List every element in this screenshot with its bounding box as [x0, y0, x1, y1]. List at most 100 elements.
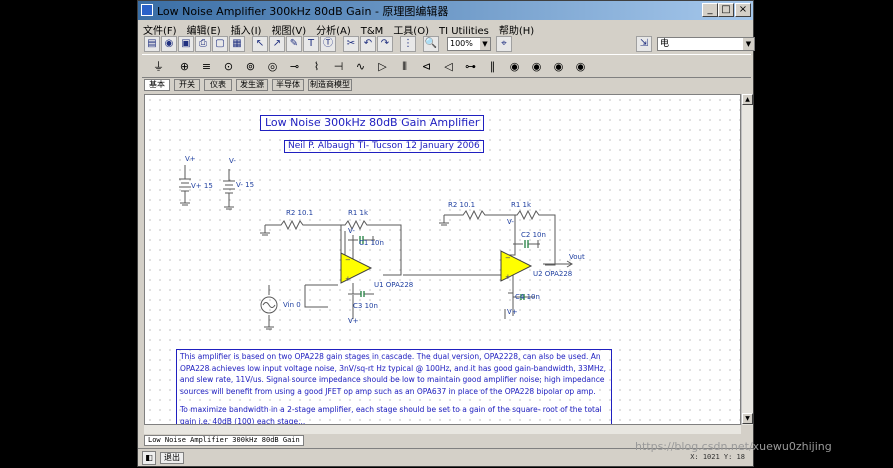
- tab-meters[interactable]: 仪表: [204, 79, 232, 91]
- component-toolbar: ⏚ ⊕ ≡ ⊙ ⊚ ◎ ⊸ ⌇ ⊣ ∿ ▷ ⫴ ⊲ ◁ ⊶ ∥ ◉ ◉ ◉ ◉: [142, 54, 751, 78]
- label-c4: C4 10n: [515, 293, 540, 301]
- title-bar[interactable]: Low Noise Amplifier 300kHz 80dB Gain - 原…: [138, 1, 753, 20]
- redo-icon[interactable]: ↷: [377, 36, 393, 52]
- label-vminus-2: V-: [507, 218, 514, 226]
- transformer-icon[interactable]: ⫴: [396, 58, 413, 75]
- ground-icon[interactable]: ⏚: [150, 58, 167, 75]
- transistor-icon[interactable]: ⊲: [418, 58, 435, 75]
- horizontal-scrollbar[interactable]: [144, 425, 741, 434]
- svg-text:+: +: [345, 275, 351, 283]
- label-r1b: R1 1k: [511, 201, 532, 209]
- label-vplus-top: V+: [185, 155, 196, 163]
- folder-icon[interactable]: ▢: [212, 36, 228, 52]
- tab-basic[interactable]: 基本: [144, 79, 170, 91]
- description-paragraph-2: To maximize bandwidth in a 2-stage ampli…: [180, 405, 602, 425]
- scroll-down-icon[interactable]: ▼: [742, 413, 753, 424]
- frame-text-icon[interactable]: Ⓣ: [320, 36, 336, 52]
- undo-icon[interactable]: ↶: [360, 36, 376, 52]
- exit-button[interactable]: 退出: [160, 452, 184, 464]
- text-icon[interactable]: T: [303, 36, 319, 52]
- zoom-select[interactable]: 100% ▼: [447, 37, 491, 51]
- label-vminus-1: V-: [348, 227, 355, 235]
- component-combo[interactable]: 电 ▼: [657, 37, 755, 51]
- open-icon[interactable]: ▤: [144, 36, 160, 52]
- generator-icon[interactable]: ⊙: [220, 58, 237, 75]
- scroll-up-icon[interactable]: ▲: [742, 94, 753, 105]
- minimize-button[interactable]: _: [702, 3, 718, 17]
- svg-text:+: +: [505, 273, 511, 281]
- chevron-down-icon: ▼: [743, 38, 754, 50]
- menu-bar: 文件(F) 编辑(E) 插入(I) 视图(V) 分析(A) T&M 工具(O) TI Util…: [138, 20, 753, 37]
- current-source-icon[interactable]: ⊚: [242, 58, 259, 75]
- zoom-value: 100%: [450, 39, 473, 48]
- vertical-scrollbar[interactable]: ▲ ▼: [741, 94, 753, 425]
- grid-icon[interactable]: ⋮: [400, 36, 416, 52]
- pointer-icon[interactable]: ↗: [269, 36, 285, 52]
- menu-tools[interactable]: 工具(O): [388, 20, 434, 37]
- svg-text:−: −: [505, 254, 511, 262]
- cut-icon[interactable]: ✂: [343, 36, 359, 52]
- menu-analysis[interactable]: 分析(A): [311, 20, 356, 37]
- label-u1: U1 OPA228: [374, 281, 413, 289]
- resistor-icon[interactable]: ⌇: [308, 58, 325, 75]
- wire-icon[interactable]: ⊶: [462, 58, 479, 75]
- opamp-icon[interactable]: ◁: [440, 58, 457, 75]
- pen-icon[interactable]: ✎: [286, 36, 302, 52]
- description-textbox[interactable]: This amplifier is based on two OPA228 ga…: [176, 349, 612, 425]
- tab-semiconductors[interactable]: 半导体: [272, 79, 304, 91]
- watermark: https://blog.csdn.net/xuewu0zhijing: [635, 440, 832, 453]
- source-b-icon[interactable]: ◉: [528, 58, 545, 75]
- close-button[interactable]: ×: [735, 3, 751, 17]
- component-combo-value: 电: [660, 39, 670, 49]
- label-c1: C1 10n: [359, 239, 384, 247]
- document-tab[interactable]: Low Noise Amplifier 300kHz 80dB Gain: [144, 435, 304, 446]
- find-icon[interactable]: ◉: [161, 36, 177, 52]
- zoom-icon[interactable]: 🔍: [423, 36, 439, 52]
- app-window: Low Noise Amplifier 300kHz 80dB Gain - 原…: [137, 0, 755, 467]
- window-title: Low Noise Amplifier 300kHz 80dB Gain - 原…: [157, 5, 449, 18]
- maximize-button[interactable]: □: [718, 3, 734, 17]
- source-c-icon[interactable]: ◉: [550, 58, 567, 75]
- label-c3: C3 10n: [353, 302, 378, 310]
- label-r2b: R2 10.1: [448, 201, 475, 209]
- battery-icon[interactable]: ⊕: [176, 58, 193, 75]
- probe-icon[interactable]: ⌖: [496, 36, 512, 52]
- diode-icon[interactable]: ▷: [374, 58, 391, 75]
- label-vplus-source: V+ 15: [191, 182, 213, 190]
- library-icon[interactable]: ▦: [229, 36, 245, 52]
- chevron-down-icon: ▼: [480, 38, 490, 50]
- save-icon[interactable]: ▣: [178, 36, 194, 52]
- cursor-coordinates: X: 1021 Y: 18: [690, 453, 745, 461]
- label-vout: Vout: [569, 253, 585, 261]
- label-vplus-2: V+: [507, 308, 518, 316]
- menu-file[interactable]: 文件(F): [138, 20, 182, 37]
- tab-manufacturer-models[interactable]: 制造商模型: [308, 79, 352, 91]
- schematic-canvas[interactable]: Low Noise 300kHz 80dB Gain Amplifier Nei…: [144, 94, 741, 425]
- menu-view[interactable]: 视图(V): [266, 20, 311, 37]
- tab-sources[interactable]: 发生源: [236, 79, 268, 91]
- menu-edit[interactable]: 编辑(E): [182, 20, 226, 37]
- main-toolbar: ▤ ◉ ▣ ⎙ ▢ ▦ ↖ ↗ ✎ T Ⓣ ✂ ↶ ↷ ⋮ 🔍 100% ▼ ⌖ …: [144, 36, 755, 54]
- switch-icon[interactable]: ⊸: [286, 58, 303, 75]
- select-arrow-icon[interactable]: ↖: [252, 36, 268, 52]
- voltage-source-icon[interactable]: ≡: [198, 58, 215, 75]
- tab-switches[interactable]: 开关: [174, 79, 200, 91]
- svg-text:−: −: [345, 256, 351, 264]
- source-a-icon[interactable]: ◉: [506, 58, 523, 75]
- label-r2: R2 10.1: [286, 209, 313, 217]
- capacitor-icon[interactable]: ⊣: [330, 58, 347, 75]
- exit-icon[interactable]: ◧: [142, 451, 156, 465]
- description-paragraph-1: This amplifier is based on two OPA228 ga…: [180, 352, 606, 396]
- label-vplus-1: V+: [348, 317, 359, 325]
- component-search-icon[interactable]: ⇲: [636, 36, 652, 52]
- meter-icon[interactable]: ◎: [264, 58, 281, 75]
- bus-icon[interactable]: ∥: [484, 58, 501, 75]
- label-c2: C2 10n: [521, 231, 546, 239]
- source-d-icon[interactable]: ◉: [572, 58, 589, 75]
- app-icon: [141, 4, 153, 16]
- menu-insert[interactable]: 插入(I): [226, 20, 267, 37]
- inductor-icon[interactable]: ∿: [352, 58, 369, 75]
- print-icon[interactable]: ⎙: [195, 36, 211, 52]
- menu-help[interactable]: 帮助(H): [494, 20, 539, 37]
- label-vin: Vin 0: [283, 301, 301, 309]
